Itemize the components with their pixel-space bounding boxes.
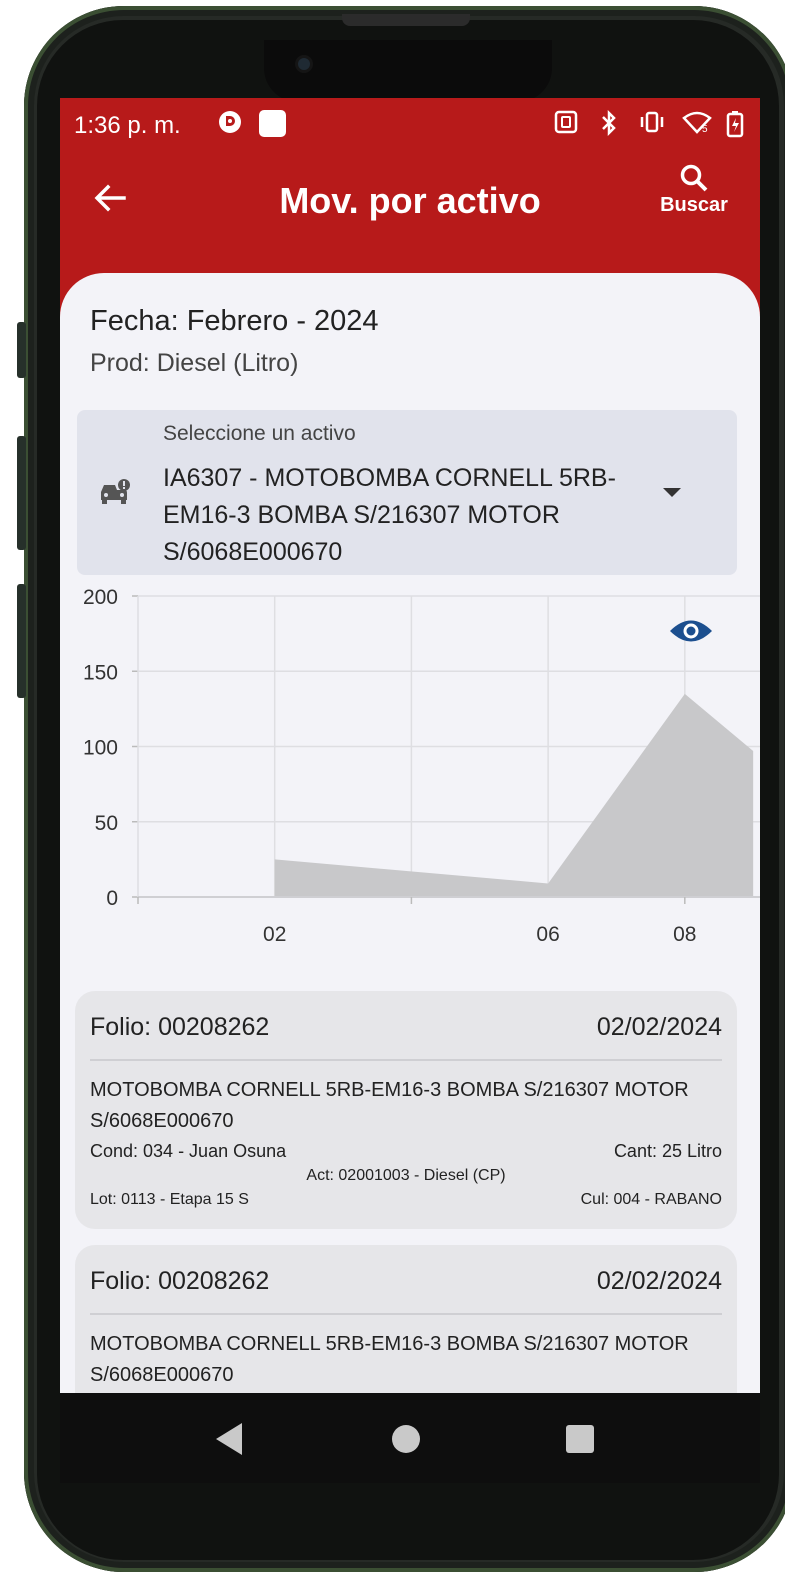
- system-nav-bar: [60, 1393, 760, 1483]
- movement-folio: Folio: 00208262: [90, 1267, 270, 1295]
- asset-dropdown-label: Seleccione un activo: [163, 422, 356, 445]
- y-tick-label: 50: [95, 812, 118, 835]
- area-series: [274, 693, 754, 897]
- main-content: Fecha: Febrero - 2024 Prod: Diesel (Litr…: [60, 273, 760, 1393]
- y-tick-label: 0: [106, 887, 118, 910]
- movement-crop: Cul: 004 - RABANO: [580, 1191, 722, 1208]
- movement-date: 02/02/2024: [596, 1267, 722, 1295]
- status-time: 1:36 p. m.: [74, 112, 181, 139]
- movement-lot: Lot: 0113 - Etapa 15 S: [90, 1191, 249, 1208]
- card-divider: [90, 1313, 722, 1315]
- x-tick-label: 02: [263, 923, 286, 943]
- y-tick-label: 200: [83, 586, 118, 609]
- dropdown-arrow-icon: [663, 488, 681, 497]
- nav-back-button[interactable]: [216, 1423, 242, 1455]
- notification-icon: [218, 110, 242, 140]
- bluetooth-icon: [600, 109, 618, 142]
- card-divider: [90, 1059, 722, 1061]
- app-bar: Mov. por activo Buscar: [60, 148, 760, 268]
- search-button[interactable]: Buscar: [652, 162, 736, 217]
- date-label: Fecha: Febrero - 2024: [90, 305, 379, 337]
- nav-recents-button[interactable]: [566, 1425, 594, 1453]
- movement-description: MOTOBOMBA CORNELL 5RB-EM16-3 BOMBA S/216…: [90, 1079, 689, 1132]
- vehicle-alert-icon: [101, 479, 130, 504]
- product-label: Prod: Diesel (Litro): [90, 349, 299, 377]
- movement-operator: Cond: 034 - Juan Osuna: [90, 1141, 287, 1161]
- search-icon: [680, 164, 708, 192]
- y-tick-label: 150: [83, 661, 118, 684]
- nfc-icon: [554, 110, 578, 140]
- front-camera: [298, 58, 310, 70]
- phone-volume-up-button: [17, 436, 26, 550]
- app-screen: 1:36 p. m. 5 Mov. por activo Buscar Fech…: [60, 98, 760, 1393]
- movement-activity: Act: 02001003 - Diesel (CP): [306, 1167, 506, 1184]
- x-tick-label: 06: [536, 923, 559, 943]
- vibrate-icon: [638, 110, 666, 140]
- y-tick-label: 100: [83, 737, 118, 760]
- movement-date: 02/02/2024: [596, 1013, 722, 1041]
- movement-card[interactable]: Folio: 00208262 02/02/2024 MOTOBOMBA COR…: [75, 991, 737, 1229]
- asset-dropdown-value: IA6307 - MOTOBOMBA CORNELL 5RB-EM16-3 BO…: [163, 464, 616, 566]
- phone-side-button: [17, 322, 26, 378]
- phone-speaker: [342, 14, 470, 26]
- search-button-label: Buscar: [660, 194, 728, 216]
- movement-description: MOTOBOMBA CORNELL 5RB-EM16-3 BOMBA S/216…: [90, 1333, 689, 1386]
- nav-home-button[interactable]: [392, 1425, 420, 1453]
- asset-dropdown[interactable]: Seleccione un activo IA6307 - MOTOBOMBA …: [77, 410, 737, 575]
- app-icon: [259, 110, 286, 143]
- x-tick-label: 08: [673, 923, 696, 943]
- battery-icon: [726, 110, 744, 144]
- consumption-chart: 0 50 100 150 200 02 06 08: [83, 586, 760, 943]
- wifi-icon: 5: [682, 110, 714, 140]
- movement-folio: Folio: 00208262: [90, 1013, 270, 1041]
- status-bar: 1:36 p. m. 5: [60, 98, 760, 148]
- visibility-icon[interactable]: [668, 616, 714, 646]
- phone-volume-down-button: [17, 584, 26, 698]
- camera-notch: [264, 40, 552, 102]
- svg-text:5: 5: [702, 124, 708, 134]
- movement-card[interactable]: Folio: 00208262 02/02/2024 MOTOBOMBA COR…: [75, 1245, 737, 1393]
- movement-quantity: Cant: 25 Litro: [613, 1141, 722, 1161]
